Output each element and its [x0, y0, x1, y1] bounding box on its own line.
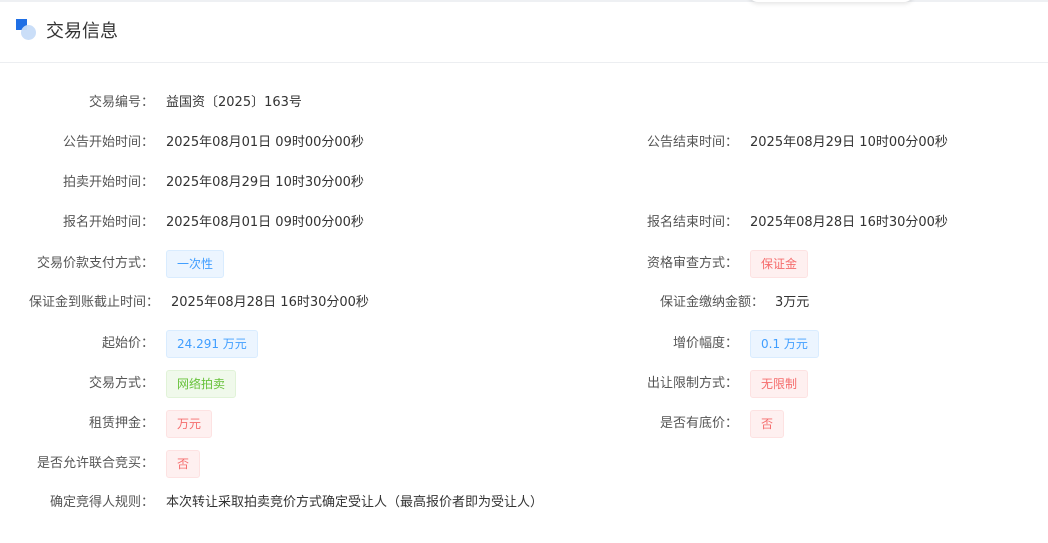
- field-label: 起始价：: [101, 336, 154, 351]
- joint-bid-tag: 否: [166, 450, 201, 478]
- field-value: 益国资〔2025〕163号: [166, 95, 302, 110]
- qualify-method-tag: 保证金: [750, 250, 809, 278]
- section-title: 交易信息: [46, 21, 118, 42]
- field-label: 出让限制方式：: [646, 376, 738, 391]
- field-value: 2025年08月29日 10时00分00秒: [750, 135, 948, 150]
- field-label: 租赁押金：: [88, 416, 154, 431]
- payment-method-tag: 一次性: [166, 250, 225, 278]
- field-label: 保证金到账截止时间：: [28, 295, 159, 310]
- field-label: 报名结束时间：: [646, 215, 738, 230]
- field-label: 拍卖开始时间：: [62, 175, 154, 190]
- field-trade-method: 交易方式： 网络拍卖 出让限制方式： 无限制: [0, 370, 1048, 398]
- field-label: 交易编号：: [88, 95, 154, 110]
- field-lease-deposit: 租赁押金： 万元 是否有底价： 否: [0, 410, 1048, 438]
- field-label: 公告结束时间：: [646, 135, 738, 150]
- field-winner-rule: 确定竞得人规则： 本次转让采取拍卖竞价方式确定受让人（最高报价者即为受让人）: [0, 489, 1048, 517]
- field-payment-qualify: 交易价款支付方式： 一次性 资格审查方式： 保证金: [0, 250, 1048, 278]
- field-value: 2025年08月28日 16时30分00秒: [171, 295, 369, 310]
- field-value: 3万元: [775, 295, 810, 310]
- trade-method-tag: 网络拍卖: [166, 370, 237, 398]
- field-label: 增价幅度：: [672, 336, 738, 351]
- field-label: 交易价款支付方式：: [36, 256, 154, 271]
- field-joint-bid: 是否允许联合竞买： 否: [0, 450, 1048, 478]
- section-title-icon: [16, 19, 38, 41]
- field-signup-time: 报名开始时间： 2025年08月01日 09时00分00秒 报名结束时间： 20…: [0, 209, 1048, 237]
- field-value: 2025年08月01日 09时00分00秒: [166, 215, 364, 230]
- field-price: 起始价： 24.291 万元 增价幅度： 0.1 万元: [0, 330, 1048, 358]
- field-label: 确定竞得人规则：: [49, 495, 154, 510]
- section-header: 交易信息: [0, 2, 1048, 63]
- field-label: 资格审查方式：: [646, 256, 738, 271]
- field-trade-no: 交易编号： 益国资〔2025〕163号: [0, 89, 1048, 117]
- field-label: 报名开始时间：: [62, 215, 154, 230]
- field-deposit: 保证金到账截止时间： 2025年08月28日 16时30分00秒 保证金缴纳金额…: [0, 289, 1048, 317]
- field-value: 2025年08月29日 10时30分00秒: [166, 175, 364, 190]
- increment-tag: 0.1 万元: [750, 330, 819, 358]
- field-notice-start: 公告开始时间： 2025年08月01日 09时00分00秒 公告结束时间： 20…: [0, 129, 1048, 157]
- field-value: 2025年08月28日 16时30分00秒: [750, 215, 948, 230]
- field-label: 是否有底价：: [659, 416, 738, 431]
- reserve-price-tag: 否: [750, 410, 785, 438]
- field-label: 是否允许联合竞买：: [36, 456, 154, 471]
- field-label: 保证金缴纳金额：: [659, 295, 764, 310]
- start-price-tag: 24.291 万元: [166, 330, 258, 358]
- transfer-limit-tag: 无限制: [750, 370, 809, 398]
- field-auction-start: 拍卖开始时间： 2025年08月29日 10时30分00秒: [0, 169, 1048, 197]
- field-value: 2025年08月01日 09时00分00秒: [166, 135, 364, 150]
- lease-deposit-tag: 万元: [166, 410, 213, 438]
- field-value: 本次转让采取拍卖竞价方式确定受让人（最高报价者即为受让人）: [166, 495, 544, 510]
- field-label: 交易方式：: [88, 376, 154, 391]
- field-label: 公告开始时间：: [62, 135, 154, 150]
